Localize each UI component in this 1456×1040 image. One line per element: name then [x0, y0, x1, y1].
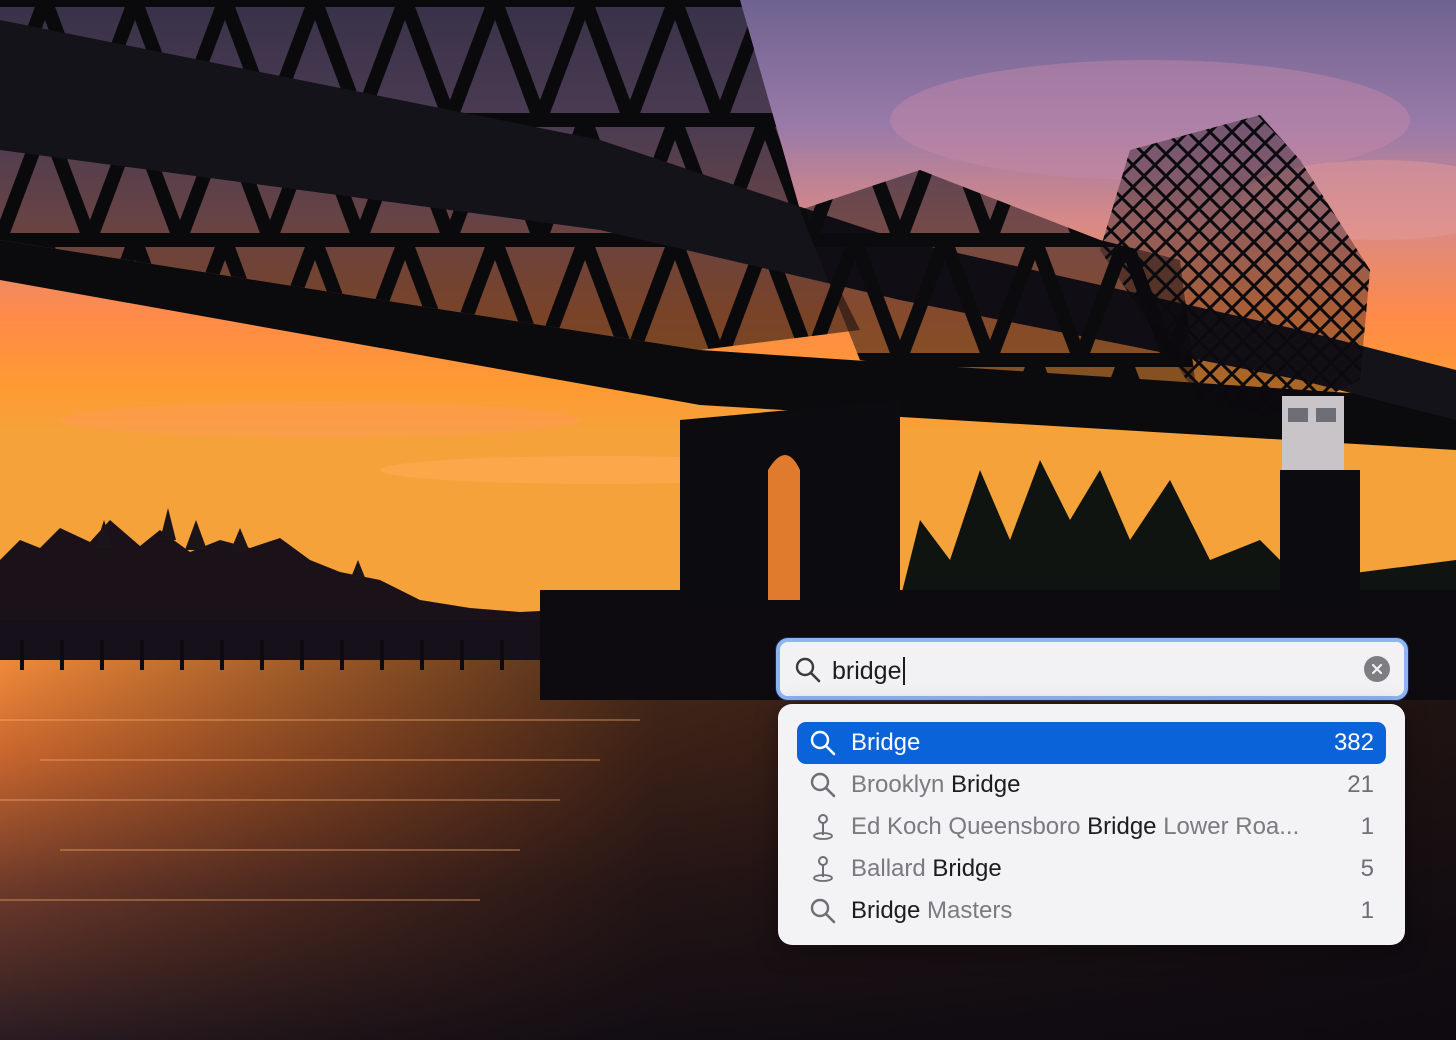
suggestion-match-text: Bridge [951, 771, 1021, 798]
suggestion-match-text: Bridge [932, 855, 1002, 882]
suggestion-icon [809, 855, 837, 883]
suggestion-icon [809, 771, 837, 799]
suggestion-row[interactable]: Ed Koch Queensboro Bridge Lower Roa... 1 [797, 806, 1386, 848]
map-pin-icon [813, 856, 833, 882]
suggestion-context-text: Brooklyn [851, 771, 952, 798]
suggestion-count: 21 [1347, 771, 1374, 798]
suggestion-count: 1 [1360, 897, 1374, 924]
suggestion-context-text: Masters [920, 897, 1013, 924]
magnifier-icon [810, 772, 836, 798]
suggestion-row[interactable]: Ballard Bridge 5 [797, 848, 1386, 890]
suggestion-context-text: Lower Roa... [1156, 813, 1300, 840]
suggestion-label: Bridge [851, 729, 1320, 757]
clear-search-button[interactable] [1364, 656, 1390, 682]
suggestion-icon [809, 897, 837, 925]
suggestion-count: 5 [1360, 855, 1374, 882]
suggestion-label: Ed Koch Queensboro Bridge Lower Roa... [851, 813, 1347, 841]
suggestion-icon [809, 729, 837, 757]
suggestion-count: 382 [1333, 729, 1374, 756]
suggestion-row[interactable]: Bridge Masters 1 [797, 890, 1386, 932]
suggestion-label: Bridge Masters [851, 897, 1347, 925]
suggestion-count: 1 [1360, 813, 1374, 840]
suggestion-icon [809, 813, 837, 841]
close-icon [1371, 663, 1383, 675]
suggestion-match-text: Bridge [1087, 813, 1157, 840]
magnifier-icon [810, 898, 836, 924]
map-pin-icon [813, 814, 833, 840]
suggestion-match-text: Bridge [851, 897, 921, 924]
suggestion-row[interactable]: Bridge 382 [797, 722, 1386, 764]
search-icon [795, 657, 821, 683]
search-query-text: bridge [832, 657, 902, 685]
magnifier-icon [810, 730, 836, 756]
suggestion-context-text: Ballard [851, 855, 933, 882]
suggestion-label: Ballard Bridge [851, 855, 1347, 883]
search-input[interactable]: bridge [832, 653, 905, 689]
search-field[interactable]: bridge [776, 638, 1408, 700]
suggestion-context-text: Ed Koch Queensboro [851, 813, 1088, 840]
suggestion-match-text: Bridge [851, 729, 921, 756]
suggestion-label: Brooklyn Bridge [851, 771, 1333, 799]
search-suggestions-list: Bridge 382 Brooklyn Bridge 21 Ed Koch Queens… [778, 704, 1405, 945]
suggestion-row[interactable]: Brooklyn Bridge 21 [797, 764, 1386, 806]
text-cursor [902, 657, 905, 685]
